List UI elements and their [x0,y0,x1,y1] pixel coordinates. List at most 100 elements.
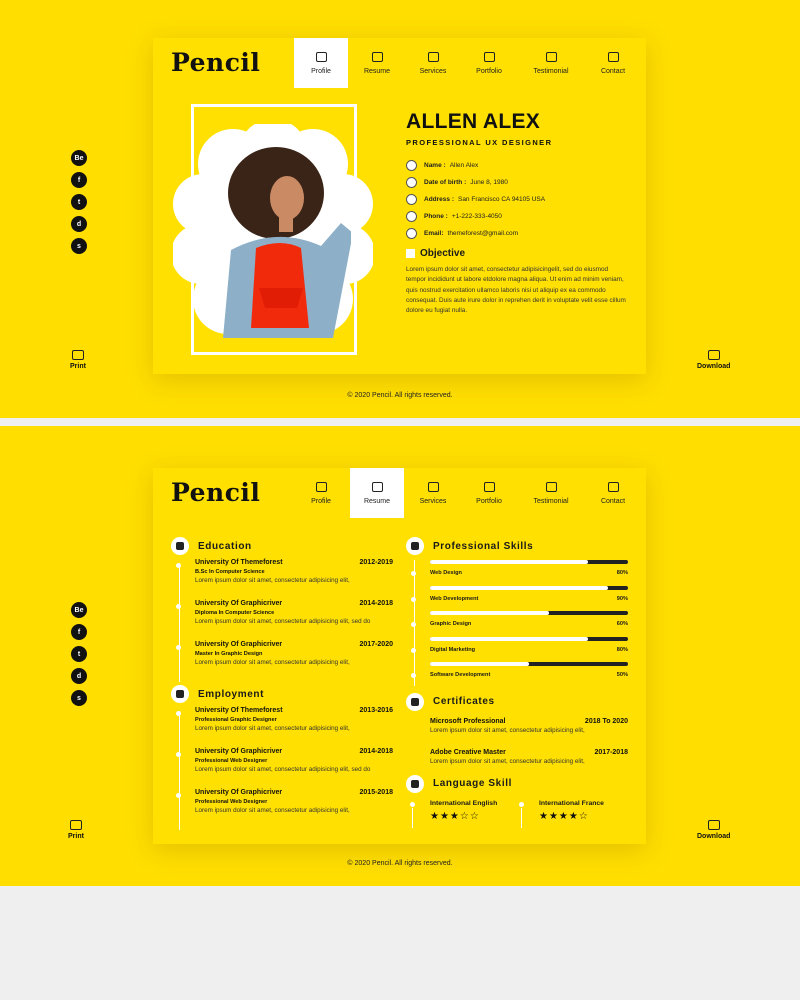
dribbble-icon[interactable]: d [71,216,87,232]
email-icon [406,228,417,239]
info-address: Address : San Francisco CA 94105 USA [406,191,545,208]
dribbble-icon[interactable]: d [71,668,87,684]
tab-portfolio[interactable]: Portfolio [462,468,516,518]
resume-icon [371,481,383,492]
skill-bar-fill [430,636,589,641]
skill-bar [430,585,628,590]
skype-icon[interactable]: s [71,238,87,254]
tab-services[interactable]: Services [406,468,460,518]
testimonial-icon [545,51,557,62]
download-icon [707,820,720,830]
language-item: International France ★★★★☆ [519,800,628,828]
tab-services[interactable]: Services [406,38,460,88]
print-label: Print [68,833,84,840]
language-item: International English ★★★☆☆ [410,800,519,828]
skill-item: Graphic Design 60% [411,611,628,635]
behance-icon[interactable]: Be [71,150,87,166]
services-icon [427,51,439,62]
certificate-item: Microsoft Professional 2018 To 2020 Lorem… [430,717,628,734]
print-button[interactable]: Print [70,350,86,370]
twitter-icon[interactable]: t [71,646,87,662]
certificates-list: Microsoft Professional 2018 To 2020 Lorem… [406,718,628,780]
skill-bar [430,662,628,667]
timeline-item: University Of Graphicriver 2014-2018 Dipl… [176,600,393,641]
logo[interactable]: Pencil [171,48,260,77]
footer-copyright: © 2020 Pencil. All rights reserved. [347,392,453,399]
profile-icon [315,51,327,62]
social-links: Be f t d s [71,150,87,254]
tab-portfolio[interactable]: Portfolio [462,38,516,88]
main-nav: Profile Resume Services Portfolio Testim… [294,38,642,88]
award-icon [406,692,424,711]
personal-info-list: Name : Allen Alex Date of birth : June 8, … [406,157,545,242]
social-links: Be f t d s [71,602,87,706]
resume-section: Be f t d s Print Download Pencil Profile… [0,426,800,886]
skill-item: Digital Marketing 80% [411,636,628,661]
skill-item: Web Development 90% [411,585,628,610]
skill-bar-fill [430,662,529,667]
employee-icon [171,685,189,703]
contact-icon [607,51,619,62]
skill-bar [430,611,628,616]
resume-left-column: Education University Of Themeforest 2012-… [171,536,393,830]
timeline-item: University Of Themeforest 2012-2019 B.Sc … [176,559,393,600]
language-heading: Language Skill [406,774,628,794]
tab-resume[interactable]: Resume [350,468,404,518]
profile-role: PROFESSIONAL UX DESIGNER [406,138,553,147]
services-icon [427,481,439,492]
monitor-icon [406,537,424,555]
behance-icon[interactable]: Be [71,602,87,618]
twitter-icon[interactable]: t [71,194,87,210]
facebook-icon[interactable]: f [71,624,87,640]
certificates-heading: Certificates [406,692,628,712]
objective-heading: Objective [406,248,465,259]
tab-testimonial[interactable]: Testimonial [518,38,584,88]
skill-item: Software Development 50% [411,662,628,686]
resume-card: Pencil Profile Resume Services Portfolio… [153,468,646,844]
footer-copyright: © 2020 Pencil. All rights reserved. [347,860,453,867]
profile-section: Be f t d s Print Download Pencil Profile… [0,0,800,418]
download-label: Download [697,833,731,840]
print-button[interactable]: Print [68,820,84,840]
language-list: International English ★★★☆☆ Internationa… [406,800,628,828]
skills-list: Web Design 80% Web Development 90% Graphic… [406,560,628,686]
facebook-icon[interactable]: f [71,172,87,188]
graduation-cap-icon [171,537,189,555]
skill-bar-fill [430,560,589,564]
tab-profile[interactable]: Profile [294,38,348,88]
timeline-item: University Of Themeforest 2013-2016 Profe… [176,707,393,748]
tab-contact[interactable]: Contact [586,38,640,88]
skill-item: Web Design 80% [411,560,628,584]
employment-heading: Employment [171,684,393,704]
rating-stars: ★★★★☆ [539,810,589,822]
timeline-item: University Of Graphicriver 2015-2018 Prof… [176,789,393,830]
info-dob: Date of birth : June 8, 1980 [406,174,545,191]
download-button[interactable]: Download [697,820,730,840]
skill-bar [430,560,628,564]
info-email: Email: themeforest@gmail.com [406,225,545,242]
download-button[interactable]: Download [697,350,730,370]
user-icon [406,160,417,171]
info-name: Name : Allen Alex [406,157,545,174]
tab-contact[interactable]: Contact [586,468,640,518]
language-icon [406,774,424,793]
education-timeline: University Of Themeforest 2012-2019 B.Sc … [171,559,393,682]
contact-icon [607,481,619,492]
logo[interactable]: Pencil [171,478,260,507]
tab-resume[interactable]: Resume [350,38,404,88]
tab-testimonial[interactable]: Testimonial [518,468,584,518]
timeline-item: University Of Graphicriver 2014-2018 Prof… [176,748,393,789]
resume-right-column: Professional Skills Web Design 80% Web De… [406,536,628,828]
rating-stars: ★★★☆☆ [430,810,480,822]
printer-icon [71,350,84,360]
info-phone: Phone : +1-222-333-4050 [406,208,545,225]
main-nav: Profile Resume Services Portfolio Testim… [294,468,642,518]
tab-profile[interactable]: Profile [294,468,348,518]
resume-icon [371,51,383,62]
calendar-icon [406,177,417,188]
skype-icon[interactable]: s [71,690,87,706]
phone-icon [406,211,417,222]
objective-text: Lorem ipsum dolor sit amet, consectetur … [406,266,626,315]
print-label: Print [70,363,86,370]
download-icon [707,350,720,360]
